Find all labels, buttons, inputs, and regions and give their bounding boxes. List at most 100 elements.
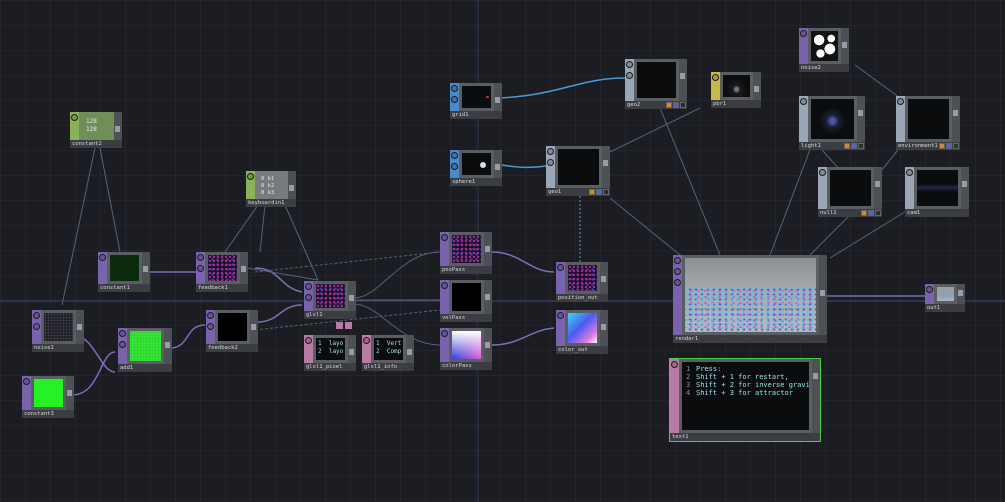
node-label: sphere1 [450, 178, 502, 186]
null-preview [830, 170, 871, 206]
node-noise1[interactable]: noise1 [32, 310, 84, 352]
node-constant3[interactable]: constant3 [22, 376, 74, 418]
node-label: glsl1_info [362, 363, 414, 371]
color-preview [452, 331, 481, 359]
feedback-preview [218, 313, 247, 341]
color-preview [568, 313, 597, 343]
add-preview [130, 331, 161, 361]
particles-preview [568, 265, 597, 291]
node-cam1[interactable]: cam1 [905, 167, 969, 217]
node-render1[interactable]: render1 [673, 255, 827, 343]
node-geo2[interactable]: geo2 [625, 59, 687, 109]
wire-add1-feedback2 [169, 324, 206, 349]
node-posPass[interactable]: posPass [440, 232, 492, 274]
wire-keyboardin1-glsl1 [284, 204, 319, 281]
node-glsl1[interactable]: glsl1 [304, 281, 356, 319]
network-editor[interactable]: noise2 geo2 pbr1 grid1 light1 environmen… [0, 0, 1005, 502]
node-feedback1[interactable]: feedback1 [196, 252, 248, 292]
node-constant1[interactable]: constant1 [98, 252, 150, 292]
output-preview [937, 287, 954, 301]
node-glsl1_info[interactable]: 1 Vert 2 Comp glsl1_info [362, 335, 414, 371]
constant-preview [34, 379, 63, 407]
node-label: text1 [670, 433, 820, 441]
particles-preview [208, 255, 237, 281]
node-position_out[interactable]: position_out [556, 262, 608, 302]
node-label: cam1 [905, 209, 969, 217]
node-grid1[interactable]: grid1 [450, 83, 502, 119]
wire-sphere1-geo1 [501, 164, 547, 169]
node-label: feedback1 [196, 284, 248, 292]
node-label: render1 [673, 335, 827, 343]
node-label: glsl1_pixel [304, 363, 356, 371]
grid-preview [462, 86, 491, 108]
wire-grid1-geo2 [499, 77, 626, 99]
constant-preview [110, 255, 139, 281]
wires-layer [0, 0, 1005, 502]
node-add1[interactable]: add1 [118, 328, 172, 372]
particles-preview [316, 284, 345, 308]
node-label: noise1 [32, 344, 84, 352]
grid-point [486, 96, 489, 98]
wire-environment1-null1 [879, 149, 899, 173]
node-pbr1[interactable]: pbr1 [711, 72, 761, 108]
code-preview: 1 Vert 2 Comp [376, 340, 402, 355]
node-label: position_out [556, 294, 608, 302]
node-light1[interactable]: light1 [799, 96, 865, 150]
node-noise2[interactable]: noise2 [799, 28, 849, 72]
node-label: constant3 [22, 410, 74, 418]
node-label: constant1 [98, 284, 150, 292]
wire-geo1-render1 [609, 197, 681, 256]
node-velPass[interactable]: velPass [440, 280, 492, 322]
wire-constant2-constant1 [99, 147, 121, 253]
particles-field [685, 286, 816, 332]
node-environment1[interactable]: environment1 [896, 96, 960, 150]
node-geo1[interactable]: geo1 [546, 146, 610, 196]
node-colorPass[interactable]: colorPass [440, 328, 492, 370]
noise-preview [44, 313, 73, 341]
text-preview: 1 2 3 4 Press: Shift + 1 for restart, Sh… [682, 362, 809, 430]
sphere-preview [462, 153, 491, 175]
node-label: glsl1 [304, 311, 356, 319]
camera-preview [917, 170, 958, 206]
text-content: Press: Shift + 1 for restart, Shift + 2 … [696, 365, 809, 397]
node-out1[interactable]: out1 [925, 284, 965, 312]
node-label: posPass [440, 266, 492, 274]
node-null1[interactable]: null1 [818, 167, 882, 217]
velocity-preview [452, 283, 481, 311]
code-preview: 1 layo 2 layo [318, 340, 344, 355]
node-constant2[interactable]: 128 128 constant2 [70, 112, 122, 148]
node-flags[interactable] [666, 102, 686, 108]
node-label: colorPass [440, 362, 492, 370]
node-label: keyboardin1 [246, 199, 296, 207]
node-text1[interactable]: 1 2 3 4 Press: Shift + 1 for restart, Sh… [669, 358, 821, 442]
node-label: velPass [440, 314, 492, 322]
wire-cam1-render1 [829, 209, 909, 259]
node-feedback2[interactable]: feedback2 [206, 310, 258, 352]
wire-geo2-render1 [659, 107, 721, 256]
wire-noise2-environment1 [854, 64, 901, 99]
node-label: constant2 [70, 140, 122, 148]
node-label: noise2 [799, 64, 849, 72]
material-preview [723, 75, 750, 97]
node-label: feedback2 [206, 344, 258, 352]
node-sphere1[interactable]: sphere1 [450, 150, 502, 186]
wire-constant3-add1 [71, 351, 116, 396]
wire-feedback2-glsl1 [256, 304, 303, 323]
wire-glsl1-posPass [353, 251, 441, 299]
environment-preview [908, 99, 949, 139]
node-label: grid1 [450, 111, 502, 119]
node-color_out[interactable]: color_out [556, 310, 608, 354]
wire-keyboardin1-feedback1 [224, 204, 259, 253]
node-header [799, 28, 808, 64]
sphere-shape [480, 162, 486, 168]
dat-link-icon[interactable] [345, 322, 352, 329]
dat-link-icon[interactable] [336, 322, 343, 329]
wire-colorPass-color_out [491, 327, 555, 346]
node-keyboardin1[interactable]: 0 k1 0 k2 0 k3 keyboardin1 [246, 171, 296, 207]
wire-keyboardin1-b [259, 204, 266, 253]
channel-values: 0 k1 0 k2 0 k3 [261, 176, 275, 196]
wire-constant2-noise1 [61, 147, 96, 306]
node-glsl1_pixel[interactable]: 1 layo 2 layo glsl1_pixel [304, 335, 356, 371]
wire-dashed-1 [254, 251, 441, 273]
geo-preview [558, 149, 599, 185]
